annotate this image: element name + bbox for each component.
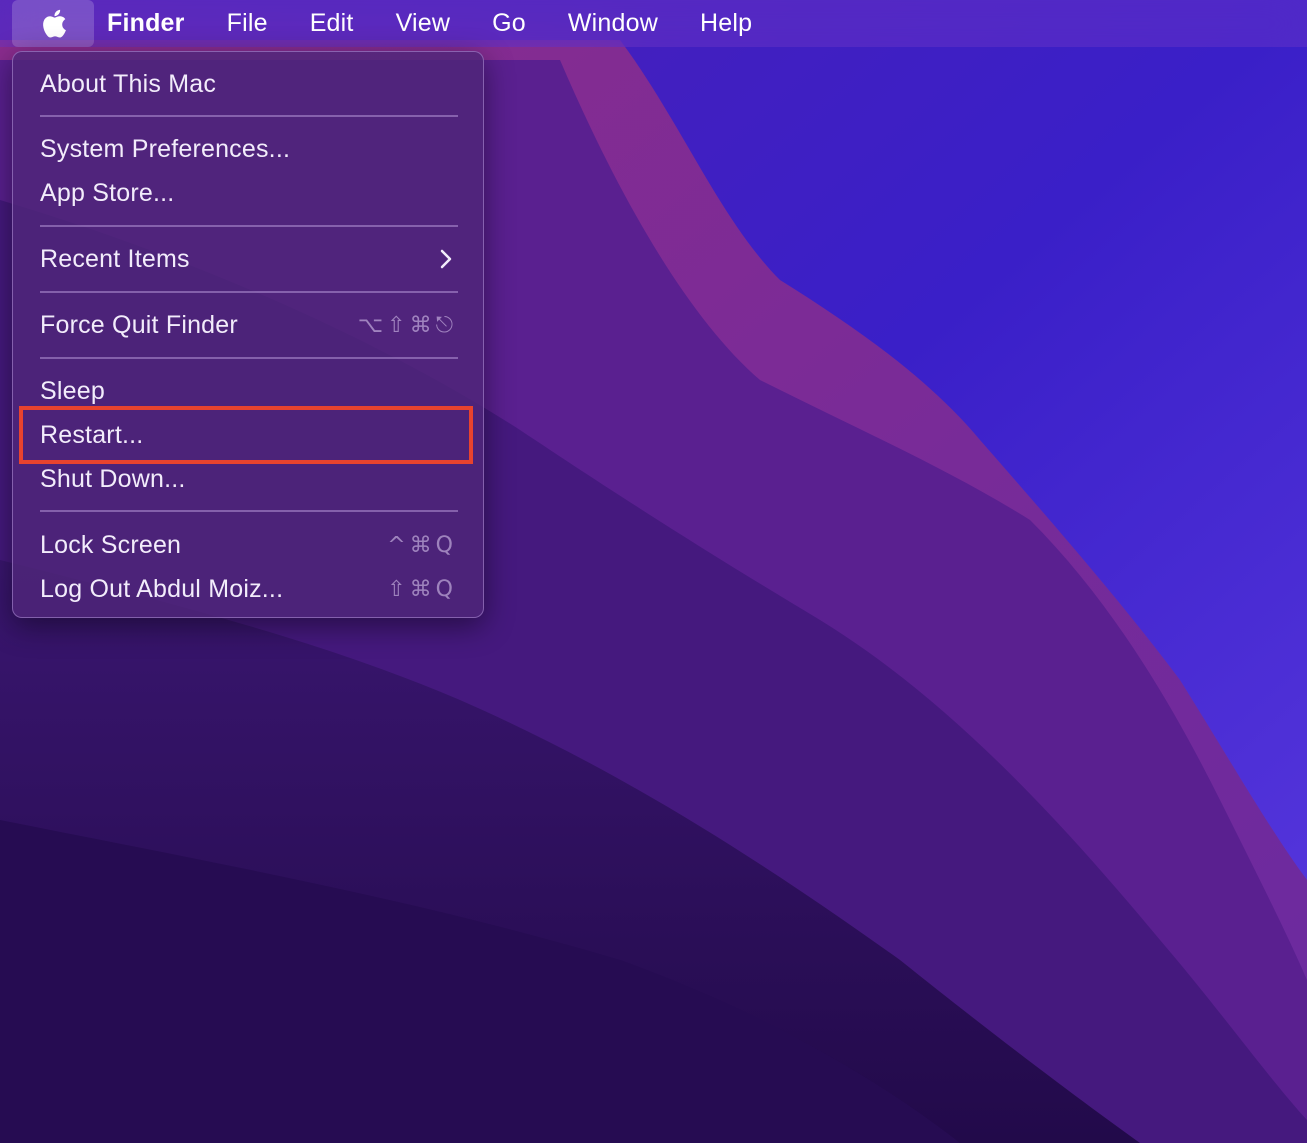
menu-item-sleep[interactable]: Sleep	[13, 369, 483, 413]
menu-item-system-preferences[interactable]: System Preferences...	[13, 127, 483, 171]
menu-item-label: Sleep	[40, 376, 105, 405]
menu-item-restart[interactable]: Restart...	[13, 413, 483, 457]
menu-separator	[40, 291, 458, 293]
menu-view[interactable]: View	[375, 0, 472, 47]
keyboard-shortcut: ⌥⇧⌘⎋	[357, 312, 457, 338]
menu-item-label: Restart...	[40, 420, 144, 449]
menu-item-label: Recent Items	[40, 244, 190, 273]
menu-bar: Finder File Edit View Go Window Help	[0, 0, 1307, 47]
menu-item-shut-down[interactable]: Shut Down...	[13, 457, 483, 501]
apple-dropdown-menu: About This Mac System Preferences... App…	[12, 51, 484, 618]
menu-item-app-store[interactable]: App Store...	[13, 171, 483, 215]
menu-item-label: Shut Down...	[40, 464, 186, 493]
menu-help[interactable]: Help	[679, 0, 773, 47]
menu-edit[interactable]: Edit	[289, 0, 375, 47]
keyboard-shortcut: ⇧⌘Q	[387, 576, 457, 602]
menu-item-about[interactable]: About This Mac	[13, 62, 483, 106]
menu-separator	[40, 115, 458, 117]
menu-item-label: System Preferences...	[40, 134, 291, 163]
menu-finder[interactable]: Finder	[94, 0, 206, 47]
menu-file[interactable]: File	[206, 0, 289, 47]
menu-item-log-out[interactable]: Log Out Abdul Moiz... ⇧⌘Q	[13, 567, 483, 611]
chevron-right-icon	[440, 249, 452, 269]
keyboard-shortcut: ^⌘Q	[387, 532, 457, 558]
menu-separator	[40, 225, 458, 227]
menu-item-force-quit[interactable]: Force Quit Finder ⌥⇧⌘⎋	[13, 303, 483, 347]
menu-separator	[40, 510, 458, 512]
apple-menu-button[interactable]	[12, 0, 94, 47]
menu-item-label: Force Quit Finder	[40, 310, 238, 339]
menu-item-recent-items[interactable]: Recent Items	[13, 237, 483, 281]
menu-item-label: Lock Screen	[40, 530, 182, 559]
menu-item-label: App Store...	[40, 178, 175, 207]
menu-item-lock-screen[interactable]: Lock Screen ^⌘Q	[13, 523, 483, 567]
menu-go[interactable]: Go	[471, 0, 547, 47]
apple-logo-icon	[43, 9, 66, 38]
menu-window[interactable]: Window	[547, 0, 679, 47]
menu-separator	[40, 357, 458, 359]
menu-item-label: Log Out Abdul Moiz...	[40, 574, 284, 603]
menu-item-label: About This Mac	[40, 69, 217, 98]
